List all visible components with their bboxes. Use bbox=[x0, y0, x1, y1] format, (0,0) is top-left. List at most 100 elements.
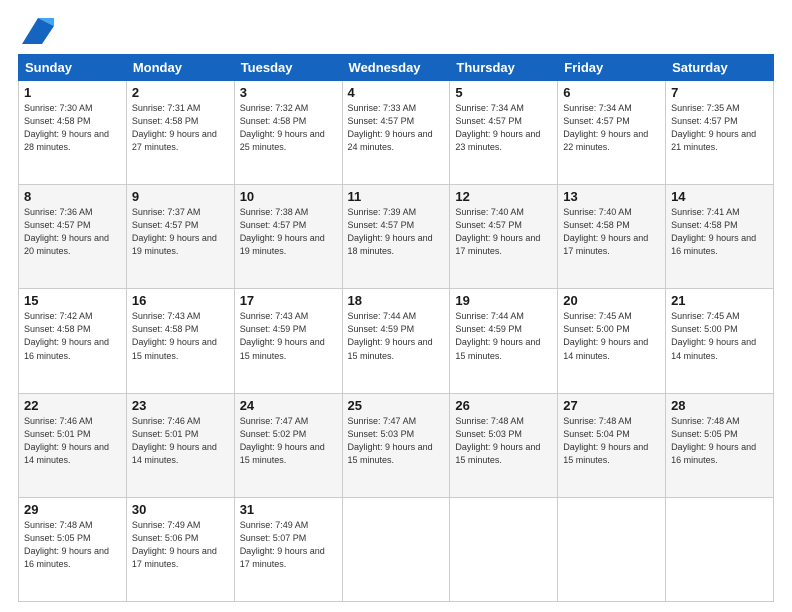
day-info: Sunrise: 7:40 AMSunset: 4:57 PMDaylight:… bbox=[455, 206, 552, 258]
calendar-cell bbox=[342, 497, 450, 601]
calendar-cell: 30 Sunrise: 7:49 AMSunset: 5:06 PMDayligh… bbox=[126, 497, 234, 601]
calendar-cell: 18 Sunrise: 7:44 AMSunset: 4:59 PMDayligh… bbox=[342, 289, 450, 393]
day-info: Sunrise: 7:46 AMSunset: 5:01 PMDaylight:… bbox=[24, 415, 121, 467]
day-info: Sunrise: 7:34 AMSunset: 4:57 PMDaylight:… bbox=[455, 102, 552, 154]
calendar-cell: 13Sunrise: 7:40 AMSunset: 4:58 PMDayligh… bbox=[558, 185, 666, 289]
calendar-week-2: 8 Sunrise: 7:36 AMSunset: 4:57 PMDaylight… bbox=[19, 185, 774, 289]
calendar-week-4: 22 Sunrise: 7:46 AMSunset: 5:01 PMDayligh… bbox=[19, 393, 774, 497]
day-info: Sunrise: 7:48 AMSunset: 5:05 PMDaylight:… bbox=[671, 415, 768, 467]
day-number: 19 bbox=[455, 293, 552, 308]
day-info: Sunrise: 7:49 AMSunset: 5:07 PMDaylight:… bbox=[240, 519, 337, 571]
day-info: Sunrise: 7:48 AMSunset: 5:05 PMDaylight:… bbox=[24, 519, 121, 571]
calendar-cell: 17 Sunrise: 7:43 AMSunset: 4:59 PMDayligh… bbox=[234, 289, 342, 393]
calendar-cell: 31 Sunrise: 7:49 AMSunset: 5:07 PMDayligh… bbox=[234, 497, 342, 601]
day-info: Sunrise: 7:44 AMSunset: 4:59 PMDaylight:… bbox=[455, 310, 552, 362]
day-info: Sunrise: 7:45 AMSunset: 5:00 PMDaylight:… bbox=[671, 310, 768, 362]
day-number: 10 bbox=[240, 189, 337, 204]
calendar-cell: 15 Sunrise: 7:42 AMSunset: 4:58 PMDayligh… bbox=[19, 289, 127, 393]
day-number: 21 bbox=[671, 293, 768, 308]
day-info: Sunrise: 7:30 AMSunset: 4:58 PMDaylight:… bbox=[24, 102, 121, 154]
day-number: 2 bbox=[132, 85, 229, 100]
calendar-week-5: 29Sunrise: 7:48 AMSunset: 5:05 PMDayligh… bbox=[19, 497, 774, 601]
day-info: Sunrise: 7:48 AMSunset: 5:03 PMDaylight:… bbox=[455, 415, 552, 467]
page: SundayMondayTuesdayWednesdayThursdayFrid… bbox=[0, 0, 792, 612]
day-info: Sunrise: 7:34 AMSunset: 4:57 PMDaylight:… bbox=[563, 102, 660, 154]
calendar-cell: 27Sunrise: 7:48 AMSunset: 5:04 PMDayligh… bbox=[558, 393, 666, 497]
day-info: Sunrise: 7:47 AMSunset: 5:02 PMDaylight:… bbox=[240, 415, 337, 467]
calendar-cell: 28 Sunrise: 7:48 AMSunset: 5:05 PMDayligh… bbox=[666, 393, 774, 497]
day-number: 28 bbox=[671, 398, 768, 413]
calendar-header-friday: Friday bbox=[558, 55, 666, 81]
day-number: 8 bbox=[24, 189, 121, 204]
day-info: Sunrise: 7:45 AMSunset: 5:00 PMDaylight:… bbox=[563, 310, 660, 362]
day-number: 18 bbox=[348, 293, 445, 308]
calendar-cell: 16 Sunrise: 7:43 AMSunset: 4:58 PMDayligh… bbox=[126, 289, 234, 393]
calendar-cell: 6 Sunrise: 7:34 AMSunset: 4:57 PMDaylight… bbox=[558, 81, 666, 185]
day-number: 17 bbox=[240, 293, 337, 308]
day-number: 23 bbox=[132, 398, 229, 413]
day-number: 30 bbox=[132, 502, 229, 517]
calendar-cell: 22 Sunrise: 7:46 AMSunset: 5:01 PMDayligh… bbox=[19, 393, 127, 497]
calendar-header-wednesday: Wednesday bbox=[342, 55, 450, 81]
header bbox=[18, 18, 774, 44]
calendar-cell bbox=[666, 497, 774, 601]
day-number: 4 bbox=[348, 85, 445, 100]
calendar-week-1: 1Sunrise: 7:30 AMSunset: 4:58 PMDaylight… bbox=[19, 81, 774, 185]
day-info: Sunrise: 7:43 AMSunset: 4:58 PMDaylight:… bbox=[132, 310, 229, 362]
day-info: Sunrise: 7:36 AMSunset: 4:57 PMDaylight:… bbox=[24, 206, 121, 258]
day-number: 9 bbox=[132, 189, 229, 204]
calendar-cell: 12Sunrise: 7:40 AMSunset: 4:57 PMDayligh… bbox=[450, 185, 558, 289]
calendar-cell: 8 Sunrise: 7:36 AMSunset: 4:57 PMDaylight… bbox=[19, 185, 127, 289]
day-info: Sunrise: 7:38 AMSunset: 4:57 PMDaylight:… bbox=[240, 206, 337, 258]
day-number: 20 bbox=[563, 293, 660, 308]
calendar-cell: 5 Sunrise: 7:34 AMSunset: 4:57 PMDaylight… bbox=[450, 81, 558, 185]
day-info: Sunrise: 7:49 AMSunset: 5:06 PMDaylight:… bbox=[132, 519, 229, 571]
calendar-cell: 20 Sunrise: 7:45 AMSunset: 5:00 PMDayligh… bbox=[558, 289, 666, 393]
calendar-table: SundayMondayTuesdayWednesdayThursdayFrid… bbox=[18, 54, 774, 602]
day-info: Sunrise: 7:32 AMSunset: 4:58 PMDaylight:… bbox=[240, 102, 337, 154]
day-info: Sunrise: 7:43 AMSunset: 4:59 PMDaylight:… bbox=[240, 310, 337, 362]
day-info: Sunrise: 7:39 AMSunset: 4:57 PMDaylight:… bbox=[348, 206, 445, 258]
day-number: 13 bbox=[563, 189, 660, 204]
day-number: 15 bbox=[24, 293, 121, 308]
day-info: Sunrise: 7:42 AMSunset: 4:58 PMDaylight:… bbox=[24, 310, 121, 362]
day-info: Sunrise: 7:44 AMSunset: 4:59 PMDaylight:… bbox=[348, 310, 445, 362]
calendar-cell: 21 Sunrise: 7:45 AMSunset: 5:00 PMDayligh… bbox=[666, 289, 774, 393]
day-info: Sunrise: 7:33 AMSunset: 4:57 PMDaylight:… bbox=[348, 102, 445, 154]
day-number: 14 bbox=[671, 189, 768, 204]
calendar-cell: 23Sunrise: 7:46 AMSunset: 5:01 PMDayligh… bbox=[126, 393, 234, 497]
day-number: 3 bbox=[240, 85, 337, 100]
day-number: 22 bbox=[24, 398, 121, 413]
calendar-cell: 26 Sunrise: 7:48 AMSunset: 5:03 PMDayligh… bbox=[450, 393, 558, 497]
logo-icon bbox=[22, 18, 54, 44]
day-number: 6 bbox=[563, 85, 660, 100]
calendar-cell bbox=[558, 497, 666, 601]
calendar-header-row: SundayMondayTuesdayWednesdayThursdayFrid… bbox=[19, 55, 774, 81]
day-number: 26 bbox=[455, 398, 552, 413]
calendar-cell: 4 Sunrise: 7:33 AMSunset: 4:57 PMDaylight… bbox=[342, 81, 450, 185]
calendar-cell: 11 Sunrise: 7:39 AMSunset: 4:57 PMDayligh… bbox=[342, 185, 450, 289]
calendar-cell: 9Sunrise: 7:37 AMSunset: 4:57 PMDaylight… bbox=[126, 185, 234, 289]
day-number: 16 bbox=[132, 293, 229, 308]
calendar-cell: 7 Sunrise: 7:35 AMSunset: 4:57 PMDaylight… bbox=[666, 81, 774, 185]
calendar-header-tuesday: Tuesday bbox=[234, 55, 342, 81]
day-number: 27 bbox=[563, 398, 660, 413]
calendar-cell: 1Sunrise: 7:30 AMSunset: 4:58 PMDaylight… bbox=[19, 81, 127, 185]
logo bbox=[18, 18, 54, 44]
calendar-cell: 10 Sunrise: 7:38 AMSunset: 4:57 PMDayligh… bbox=[234, 185, 342, 289]
day-number: 31 bbox=[240, 502, 337, 517]
calendar-cell: 3 Sunrise: 7:32 AMSunset: 4:58 PMDaylight… bbox=[234, 81, 342, 185]
calendar-week-3: 15 Sunrise: 7:42 AMSunset: 4:58 PMDayligh… bbox=[19, 289, 774, 393]
calendar-header-monday: Monday bbox=[126, 55, 234, 81]
day-info: Sunrise: 7:35 AMSunset: 4:57 PMDaylight:… bbox=[671, 102, 768, 154]
day-number: 11 bbox=[348, 189, 445, 204]
day-number: 7 bbox=[671, 85, 768, 100]
calendar-header-saturday: Saturday bbox=[666, 55, 774, 81]
calendar-cell: 2Sunrise: 7:31 AMSunset: 4:58 PMDaylight… bbox=[126, 81, 234, 185]
day-number: 5 bbox=[455, 85, 552, 100]
calendar-cell: 25Sunrise: 7:47 AMSunset: 5:03 PMDayligh… bbox=[342, 393, 450, 497]
day-number: 25 bbox=[348, 398, 445, 413]
calendar-cell: 19 Sunrise: 7:44 AMSunset: 4:59 PMDayligh… bbox=[450, 289, 558, 393]
day-number: 24 bbox=[240, 398, 337, 413]
calendar-header-thursday: Thursday bbox=[450, 55, 558, 81]
